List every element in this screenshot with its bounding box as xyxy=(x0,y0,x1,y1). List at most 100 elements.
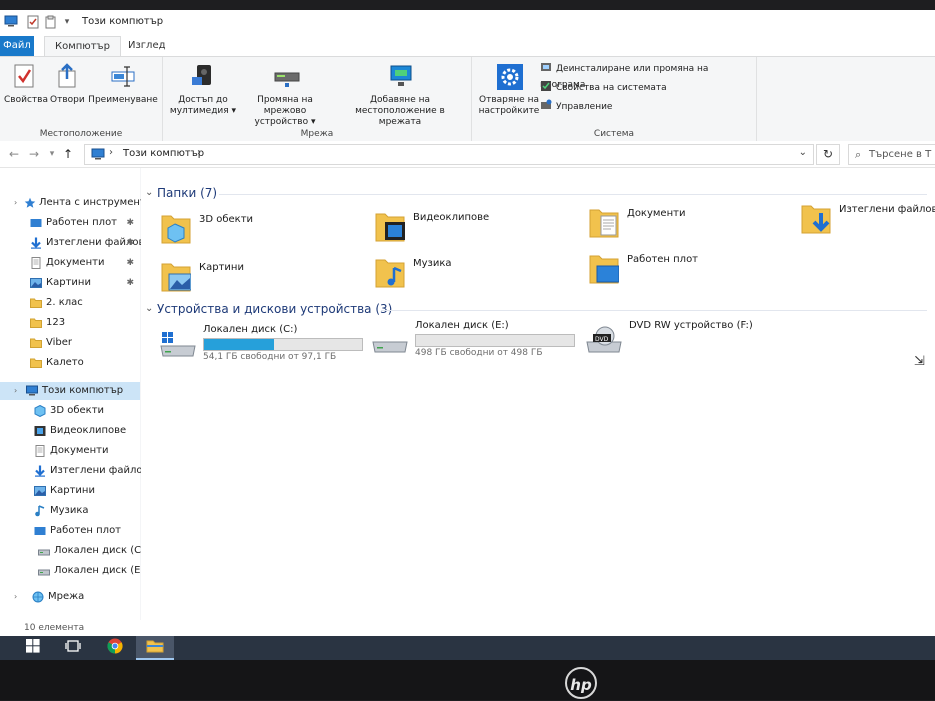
tab-file[interactable]: Файл xyxy=(0,36,34,56)
task-view-button[interactable] xyxy=(54,636,92,660)
nav-pc-item-music[interactable]: Музика xyxy=(0,502,140,520)
properties-label: Свойства xyxy=(4,95,48,105)
system-properties-button[interactable]: Свойства на системата xyxy=(540,80,667,96)
nav-pc-item-documents[interactable]: Документи xyxy=(0,442,140,460)
documents-icon xyxy=(30,257,42,269)
content-pane: ⌄ Папки (7) 3D обекти Видеоклипове Докум… xyxy=(141,168,935,620)
nav-this-pc[interactable]: › Този компютър xyxy=(0,382,140,400)
media-access-button[interactable]: Достъп до мултимедия ▾ xyxy=(167,63,239,117)
refresh-button[interactable]: ↻ xyxy=(816,144,840,165)
window-title: Този компютър xyxy=(82,16,164,27)
folder-3d-objects[interactable]: 3D обекти xyxy=(161,210,361,254)
drive-label: Локален диск (E:) xyxy=(415,320,509,331)
windows-start-button[interactable] xyxy=(14,636,52,660)
nav-item-folder[interactable]: Viber xyxy=(0,334,140,352)
folder-pictures[interactable]: Картини xyxy=(161,258,361,302)
drive-label: DVD RW устройство (F:) xyxy=(629,320,753,331)
nav-pc-item-pictures[interactable]: Картини xyxy=(0,482,140,500)
manage-button[interactable]: Управление xyxy=(540,99,612,115)
downloads-folder-icon xyxy=(801,205,831,234)
address-box[interactable]: › Този компютър › ⌄ xyxy=(84,144,814,165)
manage-label: Управление xyxy=(556,102,613,112)
computer-icon[interactable] xyxy=(4,15,18,29)
drive-c[interactable]: Локален диск (C:) 54,1 ГБ свободни от 97… xyxy=(159,324,369,364)
open-settings-button[interactable]: Отваряне на настройките xyxy=(476,63,542,117)
pin-icon[interactable]: ✱ xyxy=(126,274,134,292)
pin-icon[interactable]: ✱ xyxy=(126,214,134,232)
download-icon xyxy=(34,465,46,477)
nav-item-documents[interactable]: Документи ✱ xyxy=(0,254,140,272)
dropdown-icon[interactable]: ▾ xyxy=(60,15,74,29)
nav-pc-item-drive-c[interactable]: Локален диск (C:) xyxy=(0,542,148,560)
folder-desktop[interactable]: Работен плот xyxy=(589,250,789,294)
music-folder-icon xyxy=(375,259,405,288)
recent-locations-chevron-icon[interactable]: ▾ xyxy=(44,146,60,162)
forward-arrow-icon[interactable]: → xyxy=(26,146,42,162)
nav-pc-item-drive-e[interactable]: Локален диск (E:) xyxy=(0,562,148,580)
tab-view[interactable]: Изглед xyxy=(118,36,176,56)
section-divider xyxy=(219,194,927,195)
ribbon-tabs: Файл Компютър Изглед xyxy=(0,36,935,57)
nav-pc-item-desktop[interactable]: Работен плот xyxy=(0,522,140,540)
nav-item-pictures[interactable]: Картини ✱ xyxy=(0,274,140,292)
properties-button[interactable]: Свойства xyxy=(4,63,48,106)
folder-label: Музика xyxy=(413,258,452,269)
address-path[interactable]: Този компютър xyxy=(123,148,204,159)
nav-item-desktop[interactable]: Работен плот ✱ xyxy=(0,214,140,232)
add-network-location-button[interactable]: Добавяне на местоположение в мрежата xyxy=(333,63,467,128)
map-network-drive-button[interactable]: Промяна на мрежово устройство ▾ xyxy=(243,63,327,128)
title-bar: ▾ Този компютър xyxy=(0,10,935,37)
search-placeholder: Търсене в Т xyxy=(869,149,932,160)
search-input[interactable]: ⌕ Търсене в Т xyxy=(848,144,935,165)
chrome-icon xyxy=(107,638,123,655)
expand-chevron-icon[interactable]: › xyxy=(14,588,17,606)
up-arrow-icon[interactable]: ↑ xyxy=(60,146,76,162)
desktop-icon xyxy=(30,217,42,229)
tab-computer[interactable]: Компютър xyxy=(44,36,121,57)
nav-pc-item-3d[interactable]: 3D обекти xyxy=(0,402,140,420)
windows-start-icon xyxy=(26,639,40,655)
pin-icon[interactable]: ✱ xyxy=(126,254,134,272)
file-explorer-icon xyxy=(146,640,164,655)
nav-quick-access[interactable]: › Лента с инструменти xyxy=(0,194,152,212)
chrome-button[interactable] xyxy=(96,636,134,660)
breadcrumb-chevron-icon[interactable]: › xyxy=(197,147,201,158)
back-arrow-icon[interactable]: ← xyxy=(6,146,22,162)
folder-documents[interactable]: Документи xyxy=(589,204,789,248)
rename-button[interactable]: Преименуване xyxy=(88,63,158,106)
breadcrumb-chevron-icon[interactable]: › xyxy=(109,147,113,158)
uninstall-program-button[interactable]: Деинсталиране или промяна на програма xyxy=(540,61,756,90)
network-icon xyxy=(32,591,44,603)
expand-chevron-icon[interactable]: › xyxy=(14,194,17,212)
folder-label: Изтеглени файлове xyxy=(839,204,935,215)
folder-music[interactable]: Музика xyxy=(375,254,575,298)
folder-downloads[interactable]: Изтеглени файлове xyxy=(801,200,935,244)
drive-dvd[interactable]: DVD DVD RW устройство (F:) xyxy=(585,320,785,360)
ribbon-group-location: Свойства Отвори Преименуване Местоположе… xyxy=(0,57,163,141)
collapse-chevron-icon[interactable]: ⌄ xyxy=(145,303,153,314)
pin-icon[interactable]: ✱ xyxy=(126,234,134,252)
nav-item-folder[interactable]: Калето xyxy=(0,354,140,372)
address-dropdown-icon[interactable]: ⌄ xyxy=(799,147,807,158)
devices-section-title[interactable]: Устройства и дискови устройства (3) xyxy=(157,302,392,316)
folders-section-title[interactable]: Папки (7) xyxy=(157,186,217,200)
folder-icon xyxy=(30,317,42,329)
drive-e[interactable]: Локален диск (E:) 498 ГБ свободни от 498… xyxy=(371,320,581,360)
properties-icon[interactable] xyxy=(26,15,40,29)
nav-item-downloads[interactable]: Изтеглени файлове ✱ xyxy=(0,234,151,252)
taskbar xyxy=(0,636,935,660)
media-access-icon xyxy=(190,63,216,91)
nav-pc-item-videos[interactable]: Видеоклипове xyxy=(0,422,140,440)
pictures-icon xyxy=(34,485,46,497)
nav-item-folder[interactable]: 123 xyxy=(0,314,140,332)
expand-chevron-icon[interactable]: › xyxy=(14,382,17,400)
nav-pc-item-downloads[interactable]: Изтеглени файлове xyxy=(0,462,155,480)
collapse-chevron-icon[interactable]: ⌄ xyxy=(145,187,153,198)
checkmark-icon[interactable] xyxy=(44,15,58,29)
location-group-label: Местоположение xyxy=(39,129,123,139)
nav-item-folder[interactable]: 2. клас xyxy=(0,294,140,312)
nav-network[interactable]: › Мрежа xyxy=(0,588,140,606)
file-explorer-button[interactable] xyxy=(136,636,174,660)
folder-videos[interactable]: Видеоклипове xyxy=(375,208,575,252)
open-button[interactable]: Отвори xyxy=(50,63,85,106)
